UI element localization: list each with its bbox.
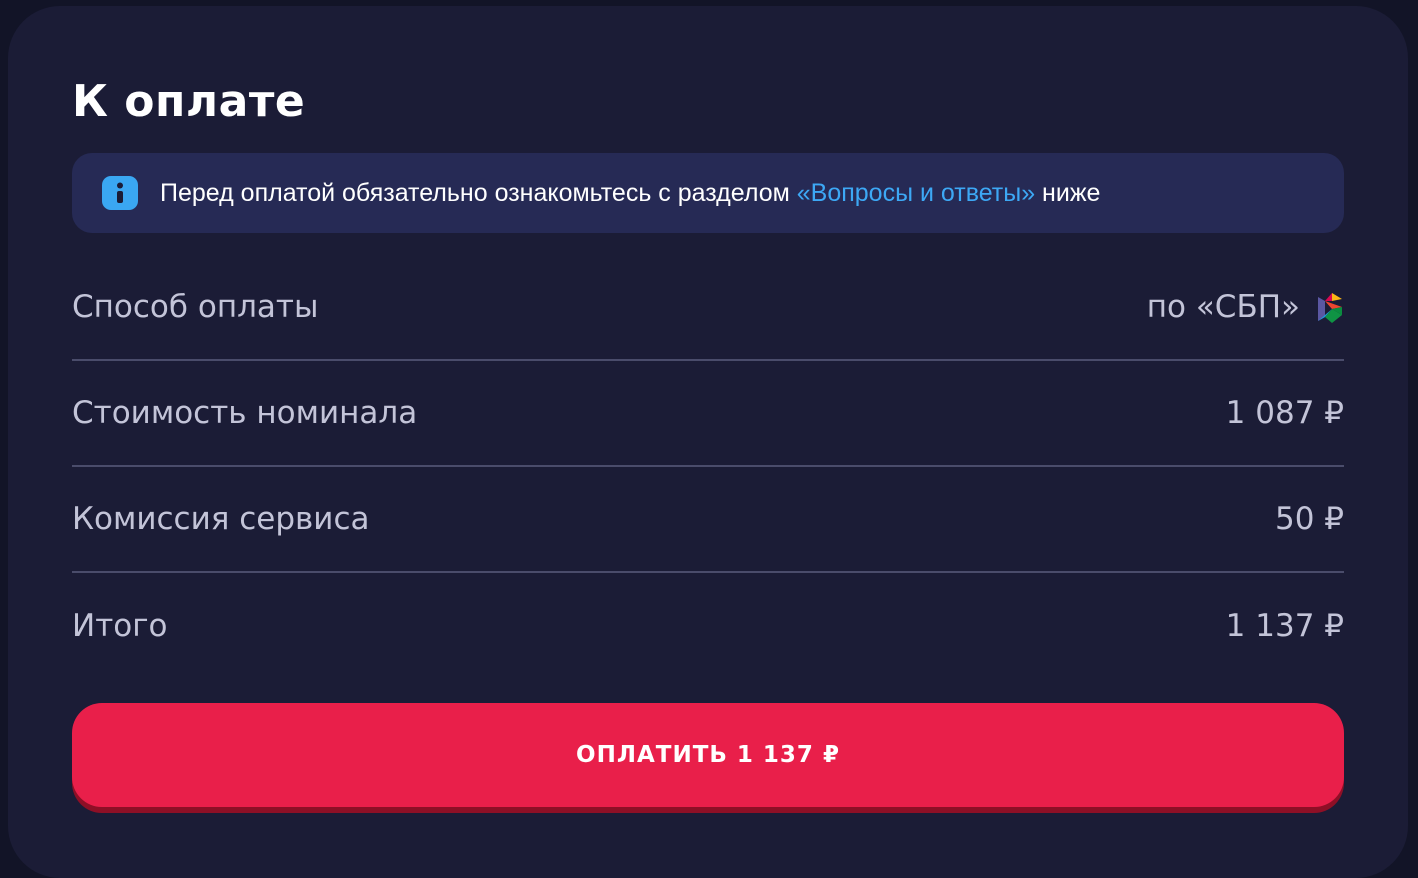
- nominal-cost-label: Стоимость номинала: [72, 395, 418, 431]
- notice-text-before: Перед оплатой обязательно ознакомьтесь с…: [160, 178, 797, 207]
- payment-method-text: по «СБП»: [1146, 289, 1300, 325]
- notice-text: Перед оплатой обязательно ознакомьтесь с…: [160, 179, 1100, 208]
- faq-notice: Перед оплатой обязательно ознакомьтесь с…: [72, 153, 1344, 233]
- total-label: Итого: [72, 608, 168, 644]
- service-fee-label: Комиссия сервиса: [72, 501, 370, 537]
- total-row: Итого 1 137 ₽: [72, 573, 1344, 679]
- payment-card: К оплате Перед оплатой обязательно ознак…: [8, 6, 1408, 878]
- nominal-cost-value: 1 087 ₽: [1225, 395, 1344, 431]
- pay-button[interactable]: ОПЛАТИТЬ 1 137 ₽: [72, 703, 1344, 807]
- sbp-logo-icon: [1316, 291, 1344, 323]
- total-value: 1 137 ₽: [1225, 608, 1344, 644]
- nominal-cost-row: Стоимость номинала 1 087 ₽: [72, 361, 1344, 467]
- info-icon: [102, 176, 138, 210]
- notice-text-after: ниже: [1035, 178, 1101, 207]
- page-title: К оплате: [72, 76, 306, 127]
- payment-method-label: Способ оплаты: [72, 289, 319, 325]
- faq-link[interactable]: «Вопросы и ответы»: [797, 179, 1035, 207]
- service-fee-value: 50 ₽: [1274, 501, 1344, 537]
- payment-method-value[interactable]: по «СБП»: [1147, 289, 1344, 325]
- service-fee-row: Комиссия сервиса 50 ₽: [72, 467, 1344, 573]
- payment-method-row[interactable]: Способ оплаты по «СБП»: [72, 255, 1344, 361]
